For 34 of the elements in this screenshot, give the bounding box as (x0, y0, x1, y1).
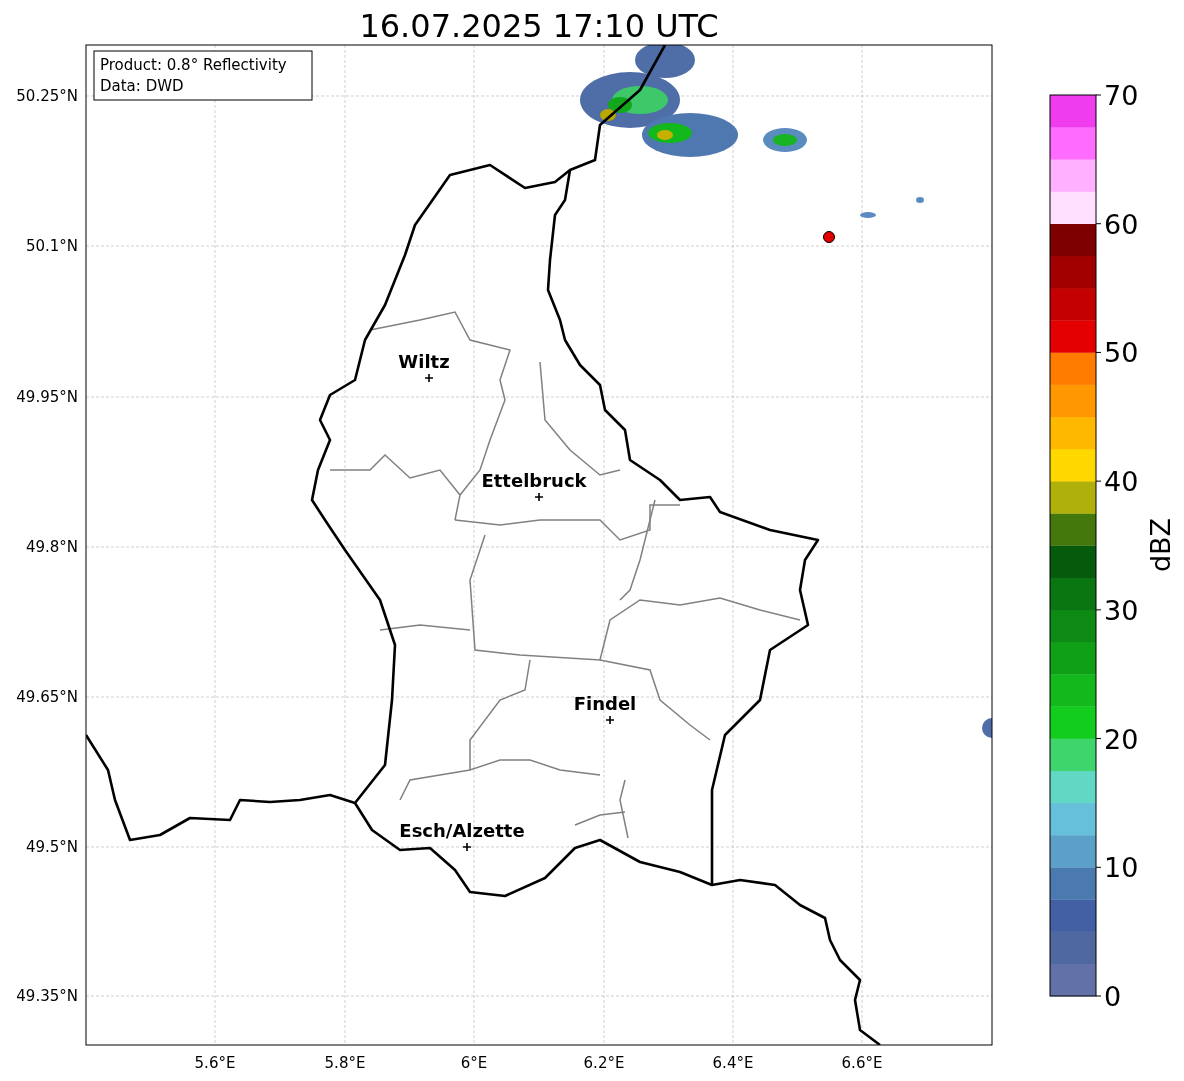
city-label: Ettelbruck (481, 470, 587, 491)
city-label: Findel (573, 693, 637, 714)
chart-title: 16.07.2025 17:10 UTC (359, 7, 719, 45)
colorbar-tick-label: 20 (1104, 723, 1139, 755)
axis-tick-label: 49.8°N (25, 538, 78, 556)
axis-tick-label: 49.65°N (16, 688, 78, 706)
axis-tick-label: 50.25°N (16, 87, 78, 105)
colorbar-tick-label: 50 (1104, 337, 1139, 369)
axis-tick-label: 6.4°E (712, 1054, 754, 1072)
axis-tick-label: 6.2°E (583, 1054, 625, 1072)
radar-site-marker (823, 231, 835, 243)
colorbar-tick-label: 70 (1104, 80, 1139, 111)
colorbar-label: dBZ (1145, 517, 1176, 573)
info-text: Product: 0.8° Reflectivity (100, 56, 287, 74)
axis-tick-label: 5.6°E (194, 1054, 236, 1072)
axis-tick-label: 49.35°N (16, 987, 78, 1005)
axis-tick-label: 6°E (460, 1054, 488, 1072)
colorbar-tick-label: 10 (1104, 852, 1139, 884)
city-label: Wiltz (398, 351, 450, 372)
axis-tick-label: 49.95°N (16, 388, 78, 406)
city-marker-icon (534, 492, 544, 502)
city-marker-icon (605, 715, 615, 725)
colorbar-tick-label: 60 (1104, 208, 1139, 240)
city-label: Esch/Alzette (399, 820, 525, 841)
colorbar-tick-label: 0 (1104, 981, 1122, 1012)
colorbar-tick-label: 40 (1104, 466, 1139, 498)
city-marker-icon (424, 373, 434, 383)
colorbar-tick-label: 30 (1104, 594, 1139, 626)
info-text: Data: DWD (100, 77, 184, 95)
axis-tick-label: 49.5°N (25, 838, 78, 856)
axis-tick-label: 5.8°E (324, 1054, 366, 1072)
axis-tick-label: 6.6°E (841, 1054, 883, 1072)
city-marker-icon (462, 842, 472, 852)
axis-tick-label: 50.1°N (25, 237, 78, 255)
